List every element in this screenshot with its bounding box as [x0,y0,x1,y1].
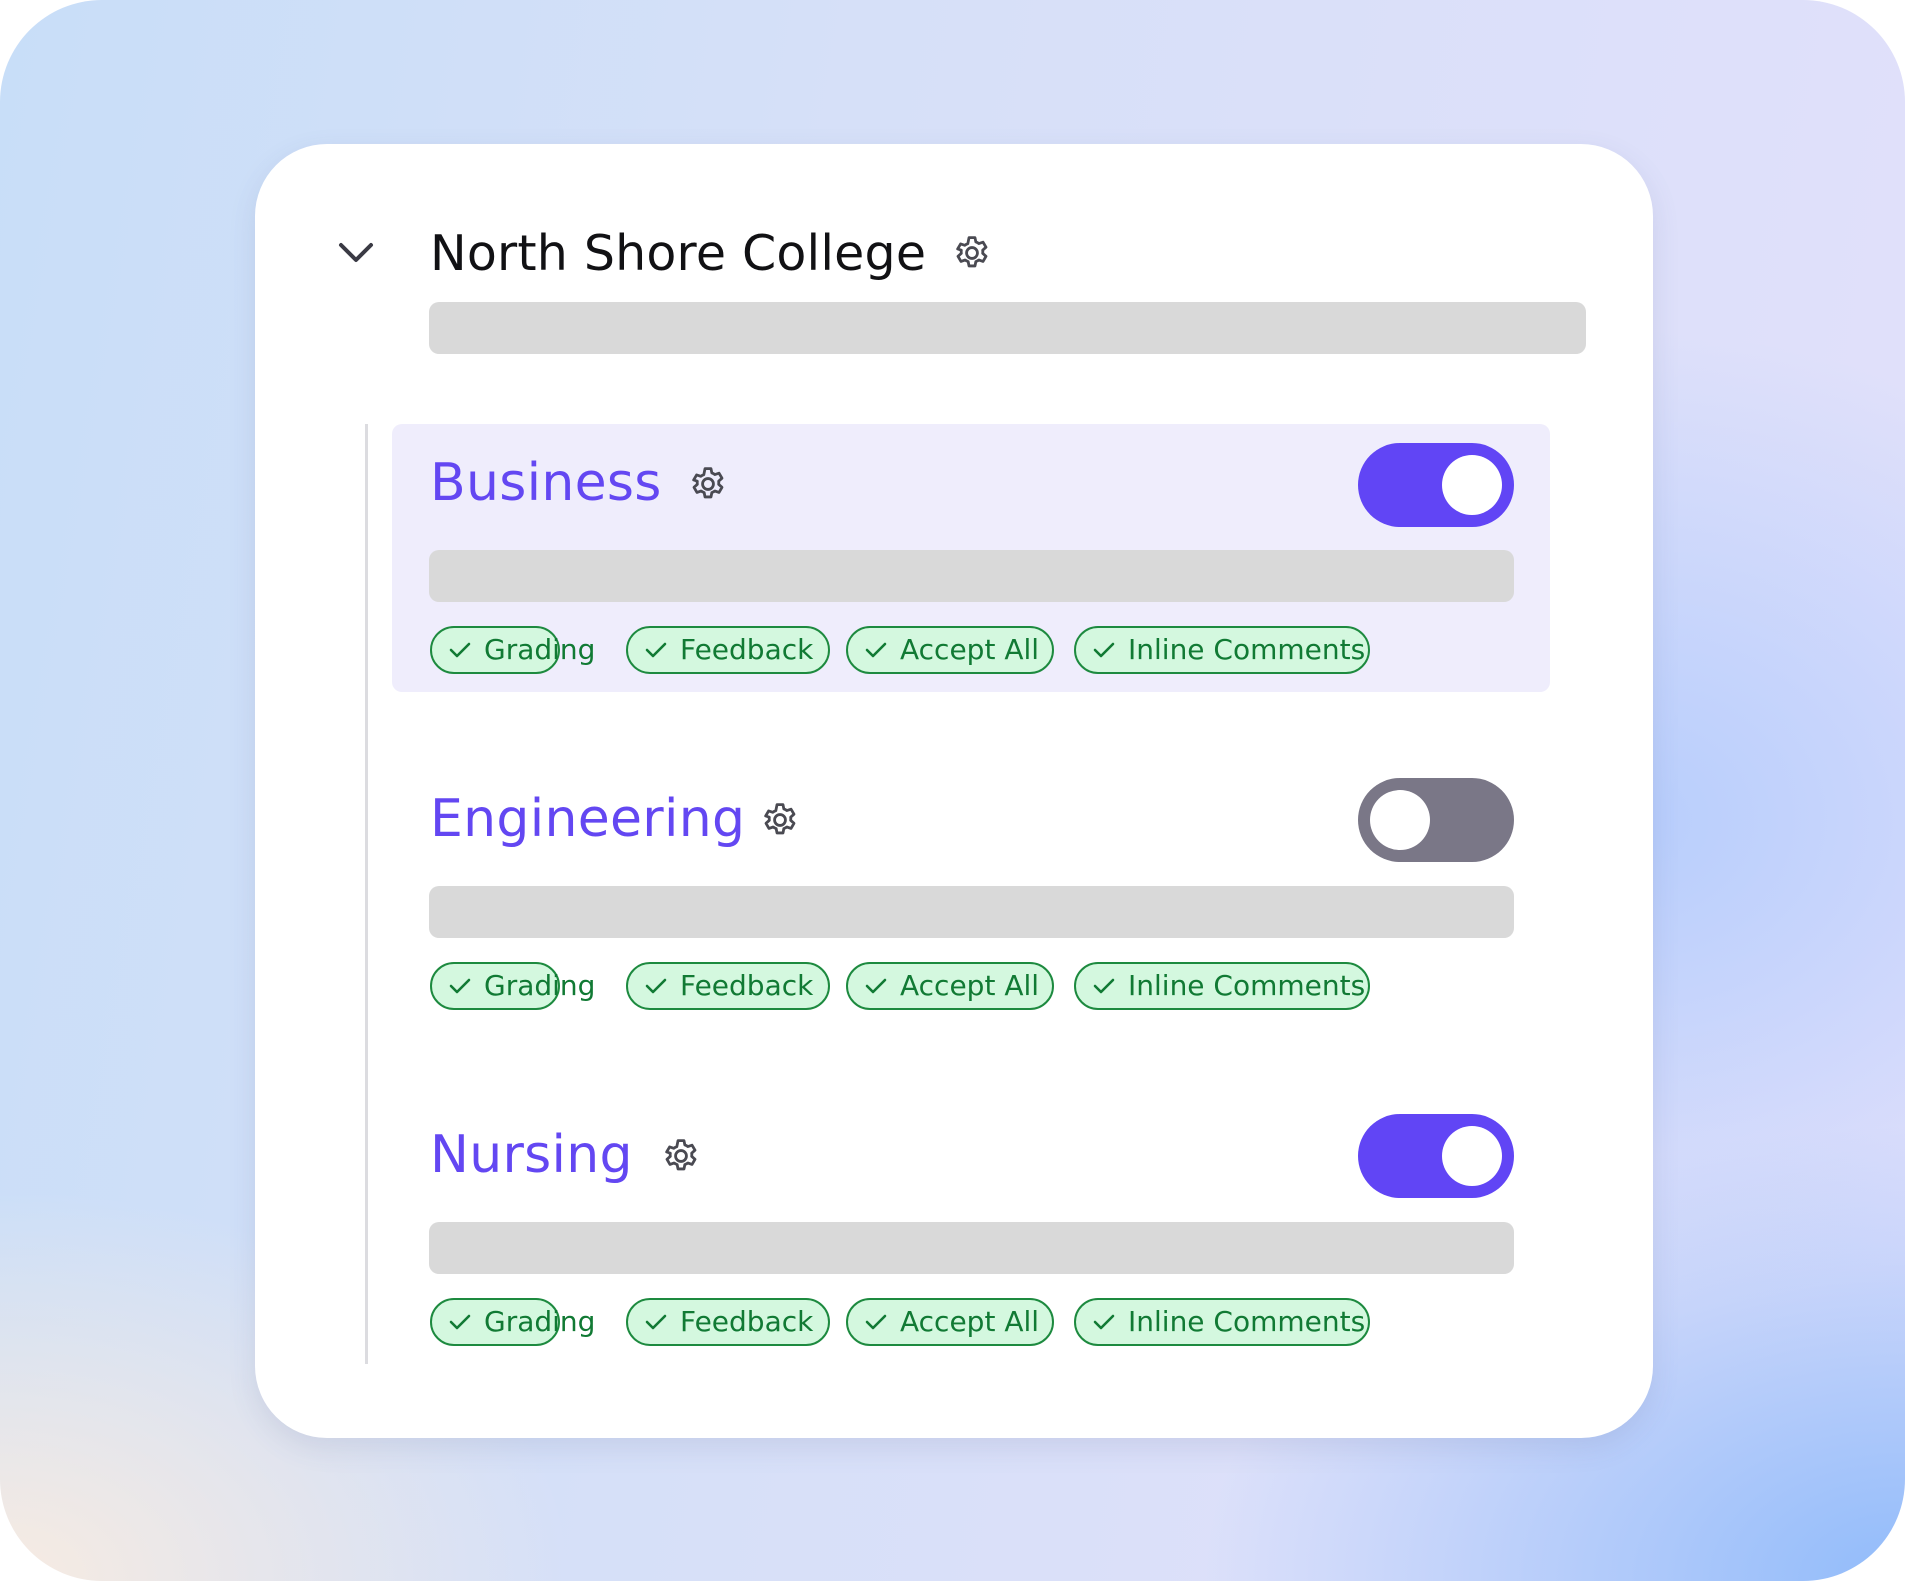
tag-label: Accept All [900,969,1040,1002]
check-icon [645,978,667,994]
tag-inline-comments: Inline Comments [1074,962,1370,1010]
tag-grading: Grading [430,1298,595,1346]
department-title-engineering: Engineering [430,789,746,849]
gear-icon[interactable] [759,799,801,841]
tag-label: Inline Comments [1128,969,1366,1002]
tag-inline-comments: Inline Comments [1074,1298,1370,1346]
check-icon [1093,978,1115,994]
tag-label: Grading [484,633,596,666]
tag-feedback: Feedback [626,626,830,674]
check-icon [1093,1314,1115,1330]
tag-label: Grading [484,969,596,1002]
department-description-placeholder [429,886,1514,938]
tag-label: Accept All [900,633,1040,666]
tag-label: Inline Comments [1128,633,1366,666]
college-description-placeholder [429,302,1586,354]
tag-label: Inline Comments [1128,1305,1366,1338]
tag-label: Feedback [680,969,814,1002]
department-description-placeholder [429,550,1514,602]
toggle-business[interactable] [1358,443,1514,527]
toggle-knob [1370,790,1430,850]
tag-label: Accept All [900,1305,1040,1338]
tag-accept-all: Accept All [846,626,1054,674]
chevron-down-icon[interactable] [335,236,377,270]
tree-connector-line [365,424,368,1364]
check-icon [645,1314,667,1330]
tag-label: Grading [484,1305,596,1338]
tag-label: Feedback [680,1305,814,1338]
check-icon [645,642,667,658]
toggle-nursing[interactable] [1358,1114,1514,1198]
check-icon [865,978,887,994]
toggle-knob [1442,455,1502,515]
gear-icon[interactable] [951,232,993,274]
department-title-nursing: Nursing [430,1125,633,1185]
gear-icon[interactable] [687,463,729,505]
tag-feedback: Feedback [626,962,830,1010]
department-description-placeholder [429,1222,1514,1274]
check-icon [865,1314,887,1330]
check-icon [449,642,471,658]
check-icon [865,642,887,658]
tag-label: Feedback [680,633,814,666]
gear-icon[interactable] [660,1135,702,1177]
tag-accept-all: Accept All [846,1298,1054,1346]
tag-grading: Grading [430,626,595,674]
tag-feedback: Feedback [626,1298,830,1346]
toggle-engineering[interactable] [1358,778,1514,862]
tag-grading: Grading [430,962,595,1010]
tag-inline-comments: Inline Comments [1074,626,1370,674]
tag-accept-all: Accept All [846,962,1054,1010]
department-title-business: Business [430,453,662,513]
toggle-knob [1442,1126,1502,1186]
college-title: North Shore College [430,225,927,282]
check-icon [449,1314,471,1330]
check-icon [449,978,471,994]
check-icon [1093,642,1115,658]
